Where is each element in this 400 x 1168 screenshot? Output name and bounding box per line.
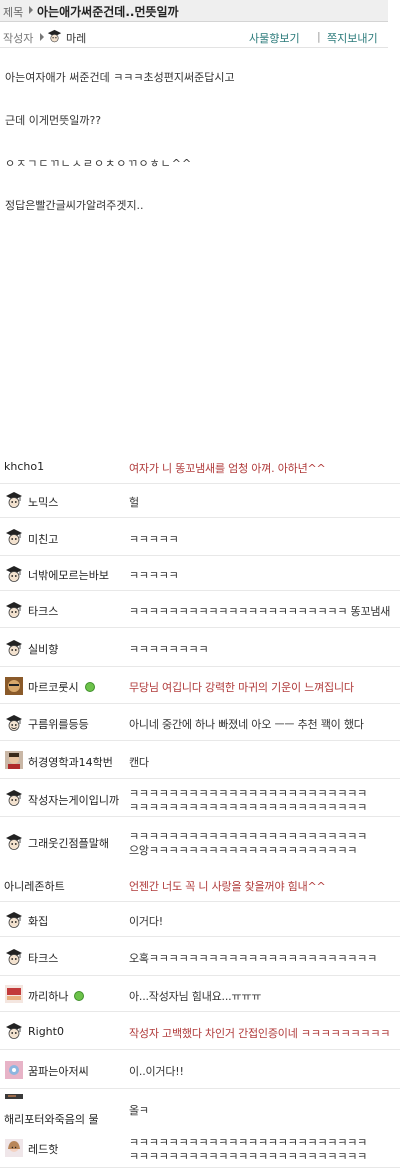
- online-status-icon: [74, 991, 84, 1001]
- comment-text: 언젠간 너도 꼭 니 사랑을 찾을꺼야 힘내^^: [129, 880, 326, 893]
- graduation-cap-avatar-icon[interactable]: [5, 601, 23, 619]
- comment-row: 허경영학과14학번 캔다: [0, 741, 400, 779]
- comment-user-name[interactable]: 너밖에모르는바보: [28, 567, 109, 583]
- comment-row: 미친고 ㅋㅋㅋㅋㅋ: [0, 518, 400, 556]
- comment-row: 레드핫 ㅋㅋㅋㅋㅋㅋㅋㅋㅋㅋㅋㅋㅋㅋㅋㅋㅋㅋㅋㅋㅋㅋㅋㅋ ㅋㅋㅋㅋㅋㅋㅋㅋㅋㅋㅋㅋㅋ…: [0, 1127, 400, 1168]
- action-separator: |: [317, 30, 321, 43]
- comment-row: 타크스 ㅋㅋㅋㅋㅋㅋㅋㅋㅋㅋㅋㅋㅋㅋㅋㅋㅋㅋㅋㅋㅋㅋ 똥꼬냄새: [0, 591, 400, 628]
- comment-row: 구름위를등등 아니네 중간에 하나 빠졌네 아오 ㅡㅡ 추천 꽥이 했다: [0, 704, 400, 741]
- comment-text: ㅋㅋㅋㅋㅋㅋㅋㅋ: [129, 643, 209, 656]
- graduation-cap-avatar-icon[interactable]: [5, 1022, 23, 1040]
- comment-user-name[interactable]: khcho1: [4, 460, 44, 473]
- comment-user-name[interactable]: 아니레존하트: [4, 878, 65, 894]
- comment-row: 화집 이거다!: [0, 902, 400, 937]
- comment-user-name[interactable]: 구름위를등등: [28, 716, 89, 732]
- post-body-line: 정답은빨간글씨가알려주겟지..: [5, 199, 144, 212]
- graduation-cap-avatar-icon[interactable]: [5, 639, 23, 657]
- graduation-cap-avatar-icon[interactable]: [5, 565, 23, 583]
- comment-row: 그래웃긴점플말해 ㅋㅋㅋㅋㅋㅋㅋㅋㅋㅋㅋㅋㅋㅋㅋㅋㅋㅋㅋㅋㅋㅋㅋㅋ 으앙ㅋㅋㅋㅋㅋㅋ…: [0, 817, 400, 866]
- comment-user-name[interactable]: 해리포터와죽음의 물: [4, 1111, 99, 1127]
- comment-user-name[interactable]: 화집: [28, 913, 48, 929]
- user-photo-avatar-icon[interactable]: [5, 677, 23, 695]
- comment-user-name[interactable]: 타크스: [28, 950, 58, 966]
- comment-user-name[interactable]: 미친고: [28, 531, 58, 547]
- graduation-cap-avatar-icon[interactable]: [5, 528, 23, 546]
- comment-text: ㅋㅋㅋㅋㅋㅋㅋㅋㅋㅋㅋㅋㅋㅋㅋㅋㅋㅋㅋㅋㅋㅋ 똥꼬냄새: [129, 605, 391, 618]
- comment-text: 캔다: [129, 756, 149, 769]
- comment-row: 너밖에모르는바보 ㅋㅋㅋㅋㅋ: [0, 556, 400, 591]
- arrow-right-icon: [29, 6, 33, 14]
- subject-label: 제목: [3, 6, 24, 19]
- comment-text: 오혹ㅋㅋㅋㅋㅋㅋㅋㅋㅋㅋㅋㅋㅋㅋㅋㅋㅋㅋㅋㅋㅋㅋㅋ: [129, 952, 377, 965]
- comment-row: 꿈파는아저씨 이..이거다!!: [0, 1050, 400, 1089]
- comment-text: 이거다!: [129, 915, 163, 928]
- post-title: 아는애가써준건데..먼뜻일까: [37, 5, 179, 19]
- comment-user-name[interactable]: 실비향: [28, 641, 58, 657]
- comment-row: 마르코룻시 무당님 여깁니다 강력한 마귀의 기운이 느껴집니다: [0, 667, 400, 704]
- user-photo-avatar-icon[interactable]: [5, 751, 23, 769]
- graduation-cap-avatar-icon[interactable]: [47, 29, 62, 44]
- comment-row: 노믹스 헐: [0, 482, 400, 518]
- comment-text: ㅋㅋㅋㅋㅋ: [129, 533, 179, 546]
- comment-user-name[interactable]: 허경영학과14학번: [28, 754, 113, 770]
- comment-text: 올ㅋ: [129, 1104, 149, 1117]
- comment-user-name[interactable]: 꿈파는아저씨: [28, 1063, 89, 1079]
- comment-user-name[interactable]: Right0: [28, 1025, 64, 1038]
- user-photo-avatar-icon[interactable]: [5, 1139, 23, 1157]
- user-photo-avatar-icon[interactable]: [5, 985, 23, 1003]
- comment-user-name[interactable]: 까리하나: [28, 988, 68, 1004]
- send-message-link[interactable]: 쪽지보내기: [327, 30, 378, 46]
- comment-row: 까리하나 아...작성자님 힘내요...ㅠㅠㅠ: [0, 976, 400, 1012]
- arrow-right-icon: [40, 33, 44, 41]
- online-status-icon: [85, 682, 95, 692]
- comment-text: ㅋㅋㅋㅋㅋ: [129, 569, 179, 582]
- comment-text: ㅋㅋㅋㅋㅋㅋㅋㅋㅋㅋㅋㅋㅋㅋㅋㅋㅋㅋㅋㅋㅋㅋㅋㅋ: [129, 801, 368, 814]
- graduation-cap-avatar-icon[interactable]: [5, 714, 23, 732]
- comment-user-name[interactable]: 작성자는게이입니까: [28, 792, 119, 808]
- comment-text: 작성자 고백했다 차인거 간접인증이네 ㅋㅋㅋㅋㅋㅋㅋㅋㅋ: [129, 1027, 391, 1040]
- author-label: 작성자: [3, 32, 34, 45]
- comment-text: 무당님 여깁니다 강력한 마귀의 기운이 느껴집니다: [129, 681, 354, 694]
- graduation-cap-avatar-icon[interactable]: [5, 789, 23, 807]
- graduation-cap-avatar-icon[interactable]: [5, 491, 23, 509]
- graduation-cap-avatar-icon[interactable]: [5, 911, 23, 929]
- title-bar: 제목 아는애가써준건데..먼뜻일까: [0, 0, 388, 22]
- comment-row: 작성자는게이입니까 ㅋㅋㅋㅋㅋㅋㅋㅋㅋㅋㅋㅋㅋㅋㅋㅋㅋㅋㅋㅋㅋㅋㅋㅋ ㅋㅋㅋㅋㅋㅋㅋ…: [0, 779, 400, 817]
- comment-row: 아니레존하트 언젠간 너도 꼭 니 사랑을 찾을꺼야 힘내^^: [0, 866, 400, 902]
- author-bar: 작성자 마레 사물향보기 | 쪽지보내기: [0, 27, 388, 48]
- author-name[interactable]: 마레: [66, 30, 86, 46]
- comment-row: khcho1 여자가 니 똥꼬냄새를 엄청 아껴. 아하년^^: [0, 448, 400, 484]
- comment-row: 타크스 오혹ㅋㅋㅋㅋㅋㅋㅋㅋㅋㅋㅋㅋㅋㅋㅋㅋㅋㅋㅋㅋㅋㅋㅋ: [0, 937, 400, 976]
- comment-row: Right0 작성자 고백했다 차인거 간접인증이네 ㅋㅋㅋㅋㅋㅋㅋㅋㅋ: [0, 1012, 400, 1050]
- comment-text: 이..이거다!!: [129, 1065, 184, 1078]
- view-profile-link[interactable]: 사물향보기: [249, 30, 300, 46]
- post-body-line: ㅇㅈㄱㄷㄲㄴㅅㄹㅇㅊㅇㄲㅇㅎㄴ^^: [5, 157, 193, 170]
- comment-text: 헐: [129, 496, 139, 509]
- comment-user-name[interactable]: 마르코룻시: [28, 679, 79, 695]
- comment-text: 아니네 중간에 하나 빠졌네 아오 ㅡㅡ 추천 꽥이 했다: [129, 718, 364, 731]
- comment-text: ㅋㅋㅋㅋㅋㅋㅋㅋㅋㅋㅋㅋㅋㅋㅋㅋㅋㅋㅋㅋㅋㅋㅋㅋ: [129, 1150, 368, 1163]
- graduation-cap-avatar-icon[interactable]: [5, 948, 23, 966]
- post-body-line: 근데 이게먼뜻일까??: [5, 114, 102, 127]
- comment-user-name[interactable]: 레드핫: [28, 1141, 58, 1157]
- user-photo-avatar-icon[interactable]: [5, 1091, 23, 1109]
- comment-user-name[interactable]: 타크스: [28, 603, 58, 619]
- comment-row: 실비향 ㅋㅋㅋㅋㅋㅋㅋㅋ: [0, 628, 400, 667]
- comment-row: 해리포터와죽음의 물 올ㅋ: [0, 1089, 400, 1127]
- comment-text: 으앙ㅋㅋㅋㅋㅋㅋㅋㅋㅋㅋㅋㅋㅋㅋㅋㅋㅋㅋㅋㅋㅋ: [129, 844, 358, 857]
- post-body-line: 아는여자애가 써준건데 ㅋㅋㅋ초성편지써준답시고: [5, 71, 235, 84]
- comment-user-name[interactable]: 그래웃긴점플말해: [28, 835, 109, 851]
- comment-user-name[interactable]: 노믹스: [28, 494, 58, 510]
- graduation-cap-avatar-icon[interactable]: [5, 833, 23, 851]
- comment-text: 여자가 니 똥꼬냄새를 엄청 아껴. 아하년^^: [129, 462, 326, 475]
- user-photo-avatar-icon[interactable]: [5, 1061, 23, 1079]
- comment-text: 아...작성자님 힘내요...ㅠㅠㅠ: [129, 990, 262, 1003]
